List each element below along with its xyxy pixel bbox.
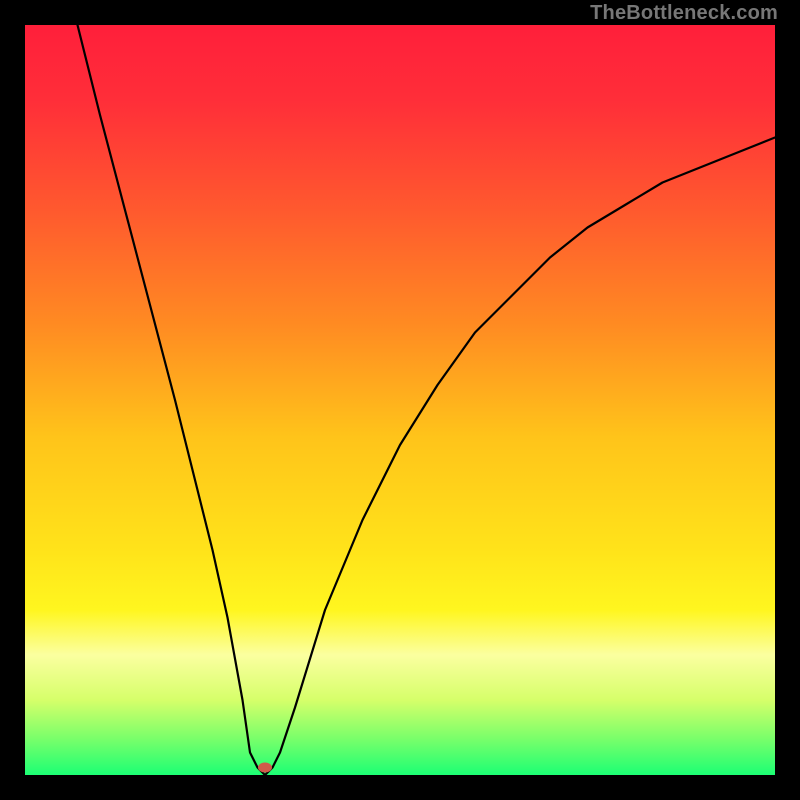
optimum-marker [258, 763, 272, 773]
bottleneck-chart [25, 25, 775, 775]
plot-area [25, 25, 775, 775]
watermark-text: TheBottleneck.com [590, 2, 778, 25]
gradient-background [25, 25, 775, 775]
chart-frame: TheBottleneck.com [0, 0, 800, 800]
